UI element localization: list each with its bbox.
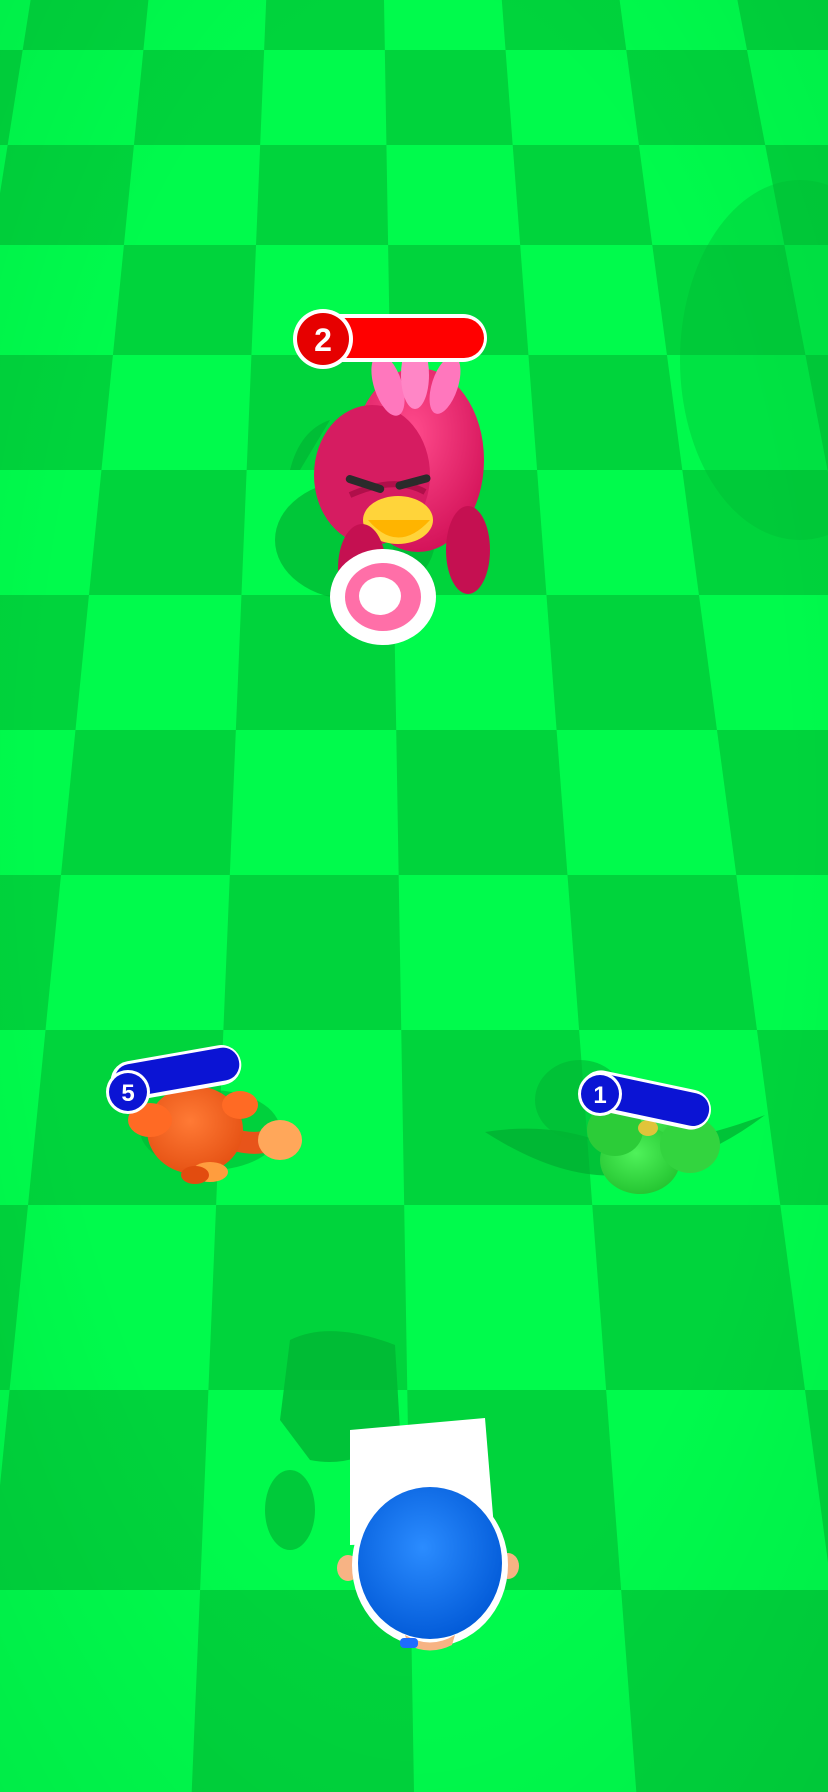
- ally-level-number: 5: [121, 1080, 134, 1107]
- ally-level-number: 1: [593, 1082, 606, 1109]
- player-cap: [358, 1487, 502, 1639]
- enemy-health-bar: 2: [293, 309, 487, 369]
- game-field[interactable]: 2 5 1: [0, 0, 828, 1792]
- enemy-level-number: 2: [314, 322, 332, 358]
